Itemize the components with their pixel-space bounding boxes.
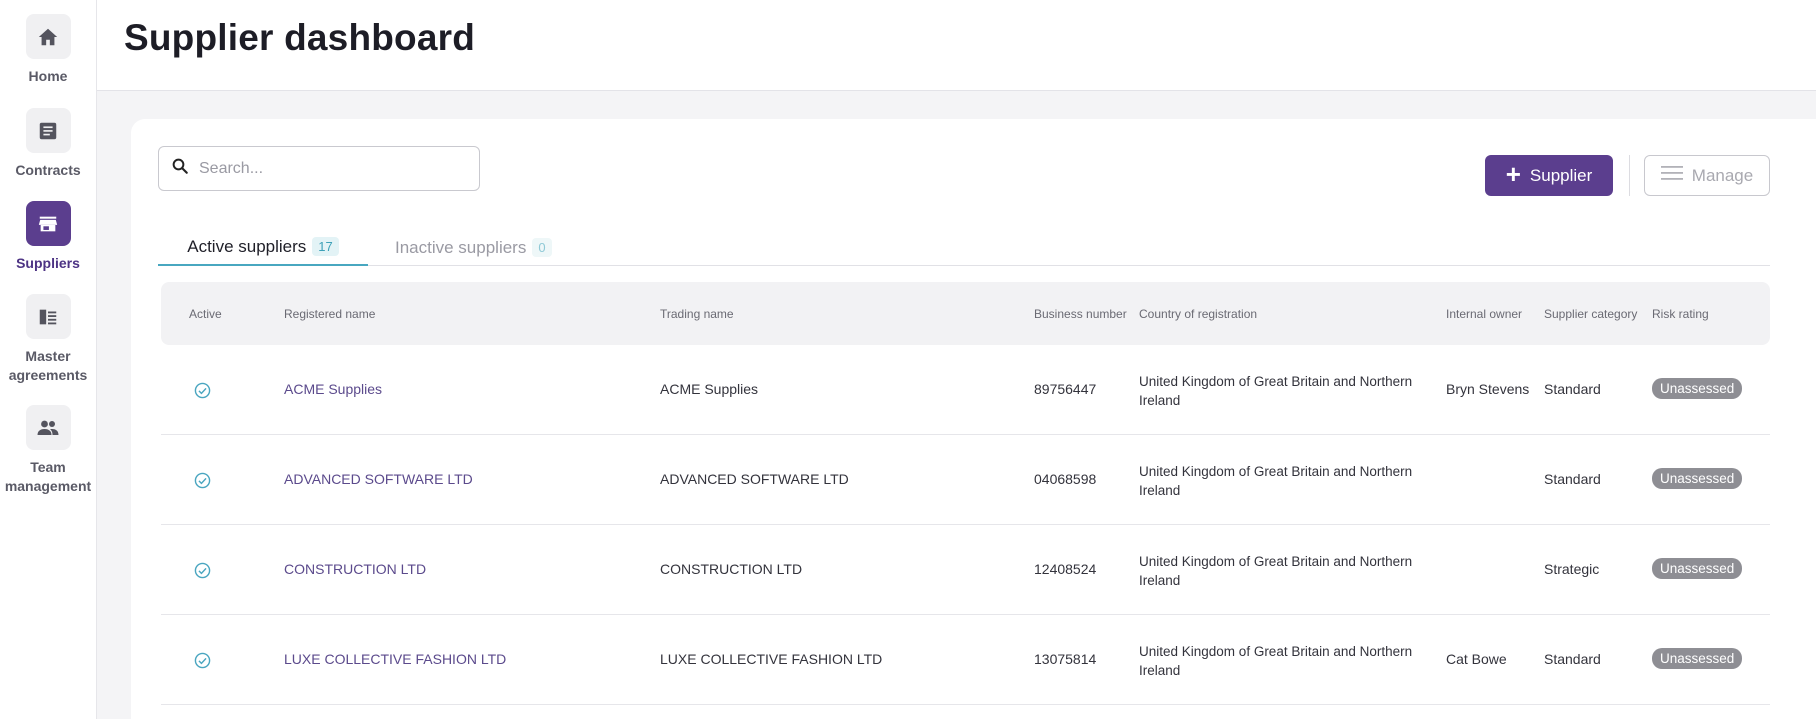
- registered-name-link[interactable]: ACME Supplies: [284, 381, 382, 397]
- business-number: 89756447: [1034, 381, 1097, 397]
- business-number: 04068598: [1034, 471, 1097, 487]
- column-header-registered-name[interactable]: Registered name: [284, 307, 375, 321]
- tab-label: Inactive suppliers: [395, 237, 527, 257]
- add-supplier-label: Supplier: [1529, 165, 1593, 185]
- table-row[interactable]: LUXE COLLECTIVE FASHION LTD LUXE COLLECT…: [161, 615, 1770, 705]
- count-badge: 0: [532, 238, 552, 257]
- tab-label: Active suppliers: [187, 236, 307, 256]
- column-header-risk-rating[interactable]: Risk rating: [1652, 307, 1709, 321]
- sidebar-item-team-management[interactable]: Team management: [0, 405, 96, 496]
- search-box[interactable]: [158, 146, 480, 191]
- registered-name-link[interactable]: LUXE COLLECTIVE FASHION LTD: [284, 651, 506, 667]
- home-icon: [25, 14, 71, 59]
- trading-name: ACME Supplies: [660, 381, 759, 397]
- internal-owner: Bryn Stevens: [1446, 381, 1530, 397]
- manage-button[interactable]: Manage: [1644, 155, 1770, 196]
- country-of-registration: United Kingdom of Great Britain and Nort…: [1139, 464, 1413, 498]
- risk-rating-badge: Unassessed: [1652, 648, 1743, 669]
- people-icon: [25, 405, 71, 450]
- table-row[interactable]: ADVANCED SOFTWARE LTD ADVANCED SOFTWARE …: [161, 435, 1770, 525]
- sidebar-item-master-agreements[interactable]: Master agreements: [0, 294, 96, 385]
- tab-inactive-suppliers[interactable]: Inactive suppliers 0: [395, 229, 552, 266]
- country-of-registration: United Kingdom of Great Britain and Nort…: [1139, 644, 1413, 678]
- risk-rating-badge: Unassessed: [1652, 468, 1743, 489]
- check-circle-icon: [194, 472, 211, 492]
- column-header-business-number[interactable]: Business number: [1034, 307, 1127, 321]
- business-number: 13075814: [1034, 651, 1097, 667]
- check-circle-icon: [194, 652, 211, 672]
- check-circle-icon: [194, 562, 211, 582]
- supplier-category: Strategic: [1544, 561, 1600, 577]
- supplier-category: Standard: [1544, 651, 1601, 667]
- document-icon: [25, 108, 71, 153]
- column-header-trading-name[interactable]: Trading name: [660, 307, 734, 321]
- column-header-internal-owner[interactable]: Internal owner: [1446, 307, 1522, 321]
- plus-icon: +: [1505, 159, 1521, 189]
- business-number: 12408524: [1034, 561, 1097, 577]
- sidebar-item-label: Suppliers: [16, 255, 80, 271]
- country-of-registration: United Kingdom of Great Britain and Nort…: [1139, 554, 1413, 588]
- sidebar-item-home[interactable]: Home: [0, 14, 96, 86]
- trading-name: LUXE COLLECTIVE FASHION LTD: [660, 651, 883, 667]
- registered-name-link[interactable]: ADVANCED SOFTWARE LTD: [284, 471, 473, 487]
- tab-active-suppliers[interactable]: Active suppliers 17: [158, 229, 368, 266]
- supplier-category: Standard: [1544, 381, 1601, 397]
- sidebar-item-label: Team management: [4, 459, 92, 494]
- page-header: Supplier dashboard: [97, 0, 1816, 91]
- sidebar-item-suppliers[interactable]: Suppliers: [0, 201, 96, 273]
- column-header-country[interactable]: Country of registration: [1139, 307, 1257, 321]
- sidebar: Home Contracts Suppliers Master agreemen…: [0, 0, 97, 719]
- sidebar-item-label: Master agreements: [8, 348, 88, 383]
- search-icon: [171, 157, 189, 180]
- trading-name: CONSTRUCTION LTD: [660, 561, 803, 577]
- menu-icon: [1660, 165, 1683, 186]
- suppliers-card: + Supplier Manage Active suppliers 17 In…: [131, 119, 1816, 719]
- page-title: Supplier dashboard: [124, 17, 476, 58]
- search-input[interactable]: [199, 159, 459, 178]
- sidebar-item-label: Home: [28, 68, 68, 84]
- supplier-tabs: Active suppliers 17 Inactive suppliers 0: [158, 229, 1770, 266]
- toolbar-divider: [1629, 155, 1630, 196]
- sidebar-item-label: Contracts: [15, 162, 81, 178]
- table-row[interactable]: ACME Supplies ACME Supplies 89756447 Uni…: [161, 345, 1770, 435]
- column-header-supplier-category[interactable]: Supplier category: [1544, 307, 1637, 321]
- count-badge: 17: [312, 237, 339, 256]
- sidebar-item-contracts[interactable]: Contracts: [0, 108, 96, 180]
- supplier-category: Standard: [1544, 471, 1601, 487]
- check-circle-icon: [194, 382, 211, 402]
- registered-name-link[interactable]: CONSTRUCTION LTD: [284, 561, 426, 577]
- trading-name: ADVANCED SOFTWARE LTD: [660, 471, 849, 487]
- table-header: Active Registered name Trading name Busi…: [161, 282, 1770, 345]
- risk-rating-badge: Unassessed: [1652, 558, 1743, 579]
- add-supplier-button[interactable]: + Supplier: [1485, 155, 1613, 196]
- risk-rating-badge: Unassessed: [1652, 378, 1743, 399]
- internal-owner: Cat Bowe: [1446, 651, 1507, 667]
- country-of-registration: United Kingdom of Great Britain and Nort…: [1139, 374, 1413, 408]
- agreements-icon: [25, 294, 71, 339]
- manage-label: Manage: [1691, 165, 1754, 185]
- column-header-active[interactable]: Active: [189, 307, 222, 321]
- table-row[interactable]: CONSTRUCTION LTD CONSTRUCTION LTD 124085…: [161, 525, 1770, 615]
- store-icon: [25, 201, 71, 246]
